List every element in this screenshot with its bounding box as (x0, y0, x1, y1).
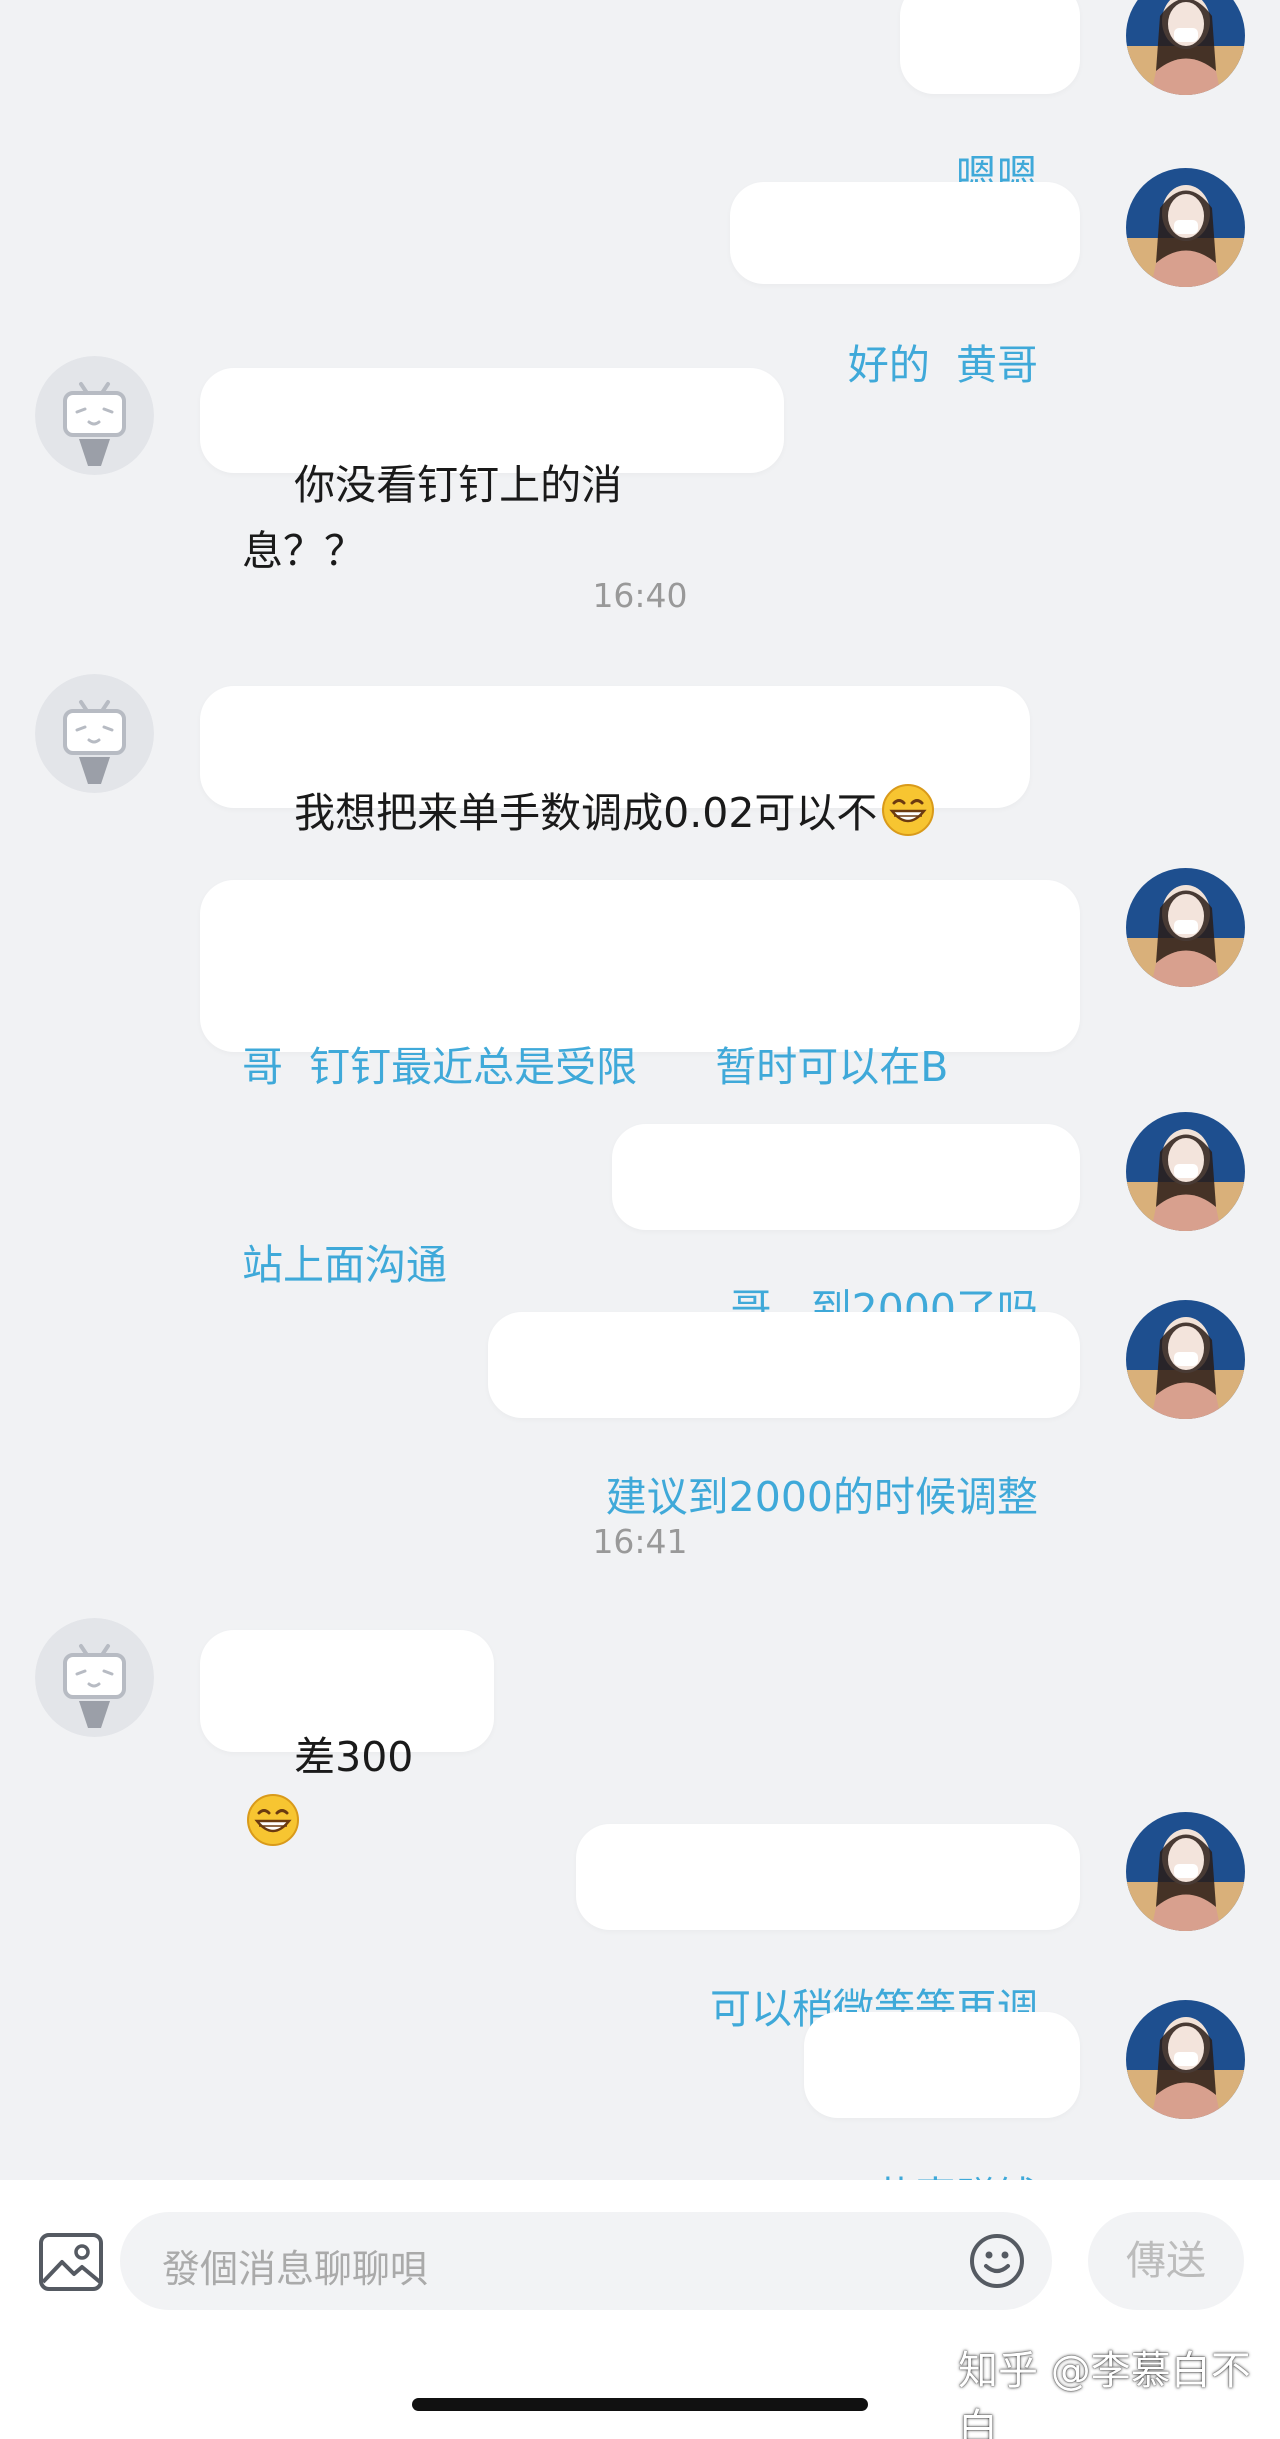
timestamp: 16:40 (592, 576, 688, 615)
message-input[interactable]: 發個消息聊聊唄 (120, 2212, 1052, 2310)
smiley-icon[interactable] (968, 2232, 1026, 2290)
message-bubble-outgoing[interactable]: 好的 黄哥 (730, 182, 1080, 389)
contact-avatar[interactable] (35, 674, 154, 793)
message-text: 你没看钉钉上的消息？？ (242, 461, 623, 575)
send-button[interactable]: 傳送 (1088, 2212, 1244, 2310)
my-avatar[interactable] (1126, 1812, 1245, 1931)
message-input-placeholder: 發個消息聊聊唄 (162, 2247, 429, 2291)
timestamp: 16:41 (592, 1522, 688, 1561)
message-bubble-incoming[interactable]: 你没看钉钉上的消息？？ (200, 368, 784, 575)
message-bubble-outgoing[interactable]: 恭喜赚钱 (804, 2012, 1080, 2221)
my-avatar[interactable] (1126, 2000, 1245, 2119)
image-icon[interactable] (38, 2232, 104, 2292)
grinning-face-emoji (882, 784, 935, 836)
my-avatar[interactable] (1126, 1300, 1245, 1419)
message-text: 好的 黄哥 (847, 341, 1038, 389)
grinning-face-emoji (247, 1794, 299, 1846)
message-bubble-outgoing[interactable]: 嗯嗯 (900, 0, 1080, 199)
message-bubble-outgoing[interactable]: 可以稍微等等再调 (576, 1824, 1080, 2033)
message-bubble-incoming[interactable]: 差300 (200, 1630, 494, 1846)
message-bubble-incoming[interactable]: 我想把来单手数调成0.02可以不 (200, 686, 1030, 837)
contact-avatar[interactable] (35, 356, 154, 475)
my-avatar[interactable] (1126, 0, 1245, 95)
my-avatar[interactable] (1126, 168, 1245, 287)
message-text: 我想把来单手数调成0.02可以不 (294, 789, 878, 837)
message-bubble-outgoing[interactable]: 哥 到2000了吗 (612, 1124, 1080, 1333)
watermark: 知乎 @李慕白不白 (958, 2348, 1251, 2439)
my-avatar[interactable] (1126, 868, 1245, 987)
message-bubble-outgoing[interactable]: 建议到2000的时候调整 (488, 1312, 1080, 1521)
message-bubble-outgoing[interactable]: 哥 钉钉最近总是受限 暂时可以在B 站上面沟通 (200, 880, 1080, 1289)
message-text: 建议到2000的时候调整 (605, 1473, 1038, 1521)
home-indicator[interactable] (412, 2398, 868, 2411)
contact-avatar[interactable] (35, 1618, 154, 1737)
message-text: 差300 (294, 1733, 414, 1781)
message-text-line-1: 哥 钉钉最近总是受限 暂时可以在B (242, 1043, 949, 1091)
chat-screen: 嗯嗯 好的 黄哥 你没看钉钉上的消息？？ 16:40 我想把来单手数调成0.02… (0, 0, 1280, 2439)
my-avatar[interactable] (1126, 1112, 1245, 1231)
